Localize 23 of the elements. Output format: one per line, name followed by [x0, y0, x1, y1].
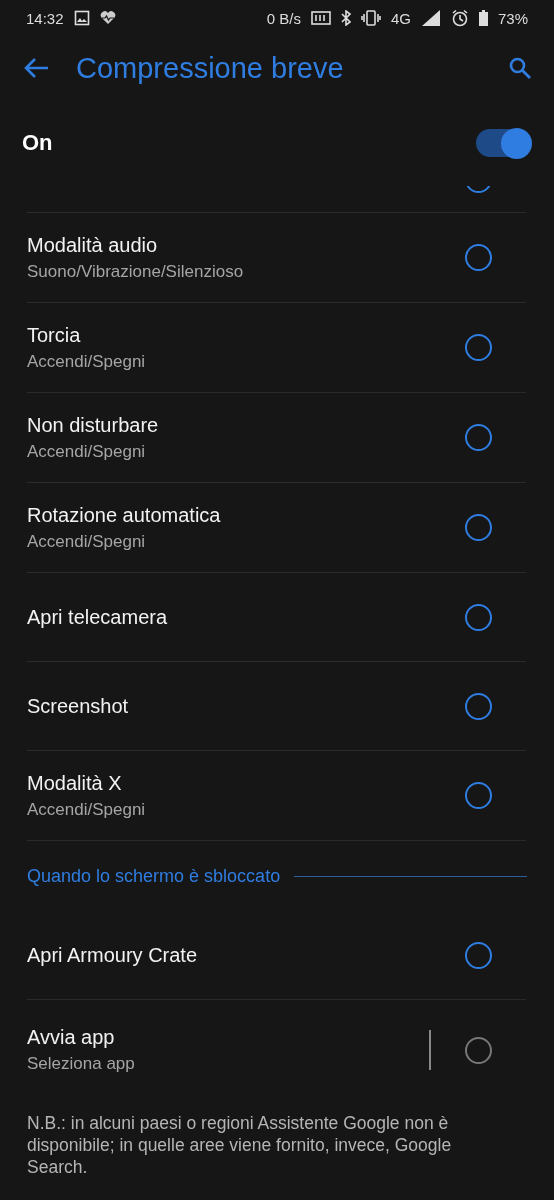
page-title: Compressione breve	[76, 51, 345, 85]
option-subtitle: Accendi/Spegni	[27, 351, 147, 372]
master-switch-label: On	[22, 130, 54, 156]
battery-level: 73%	[497, 9, 528, 27]
option-title: Non disturbare	[27, 413, 160, 437]
network-speed: 0 B/s	[266, 9, 301, 27]
note-text: N.B.: in alcuni paesi o regioni Assistente Google non è disponibile; in quelle aree viene fornito, invece, Google Search.	[27, 1112, 453, 1178]
option-title: Modalità X	[27, 771, 123, 795]
option-subtitle: Suono/Vibrazione/Silenzioso	[27, 261, 245, 282]
option-subtitle: Accendi/Spegni	[27, 531, 147, 552]
status-time: 14:32	[26, 9, 64, 27]
option-title: Apri Armoury Crate	[27, 943, 199, 967]
section-title: Quando lo schermo è sbloccato	[27, 865, 281, 887]
option-subtitle: Accendi/Spegni	[27, 441, 147, 462]
option-title: Torcia	[27, 323, 82, 347]
network-type: 4G	[390, 9, 411, 27]
option-title: Apri telecamera	[27, 605, 169, 629]
option-title: Avvia app	[27, 1026, 116, 1049]
option-title: Modalità audio	[27, 233, 159, 257]
option-title: Rotazione automatica	[27, 503, 222, 527]
option-title: Screenshot	[27, 694, 130, 718]
option-subtitle: Accendi/Spegni	[27, 799, 147, 820]
option-subtitle: Seleziona app	[27, 1054, 136, 1074]
